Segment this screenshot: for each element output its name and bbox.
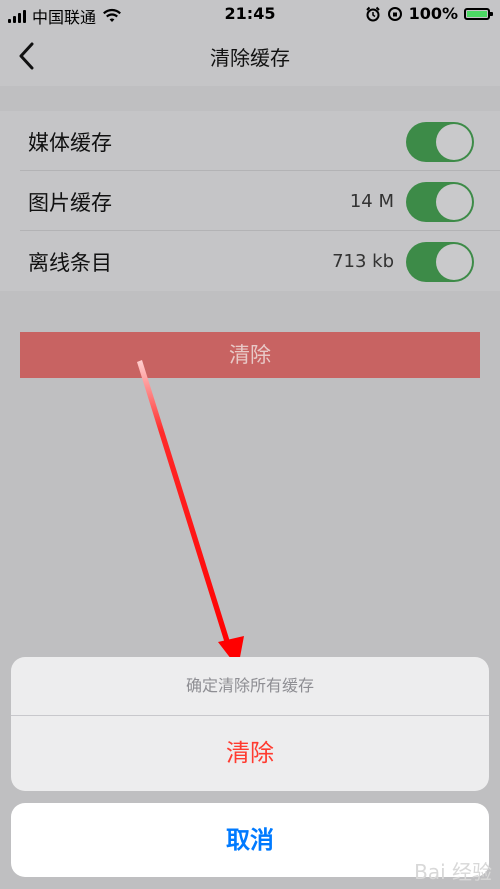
toggle-knob — [436, 124, 472, 160]
baidu-watermark: Bai 经验 — [414, 860, 492, 884]
setting-label: 媒体缓存 — [28, 131, 112, 155]
setting-value: 14 M — [349, 191, 394, 212]
clear-cache-button[interactable]: 清除 — [20, 332, 480, 378]
setting-label: 图片缓存 — [28, 191, 112, 215]
toggle-knob — [436, 184, 472, 220]
setting-value: 713 kb — [332, 251, 394, 272]
orientation-lock-icon — [387, 6, 402, 21]
battery-icon — [464, 7, 493, 20]
setting-label: 离线条目 — [28, 251, 112, 275]
status-right: 100% — [365, 4, 493, 23]
nav-bar: 清除缓存 — [0, 28, 500, 86]
toggle-knob — [436, 244, 472, 280]
media-cache-toggle[interactable] — [406, 122, 474, 162]
setting-row-image-cache: 图片缓存 14 M — [0, 171, 500, 231]
page-title: 清除缓存 — [210, 46, 290, 70]
action-sheet-message: 确定清除所有缓存 — [185, 676, 314, 695]
setting-row-offline-items: 离线条目 713 kb — [0, 231, 500, 291]
offline-items-toggle[interactable] — [406, 242, 474, 282]
confirm-clear-button[interactable]: 清除 — [11, 716, 489, 791]
alarm-icon — [365, 6, 380, 21]
action-sheet: 确定清除所有缓存 清除 — [11, 657, 489, 791]
image-cache-toggle[interactable] — [406, 182, 474, 222]
status-bar: 中国联通 21:45 100% — [0, 0, 500, 28]
battery-percent: 100% — [408, 4, 458, 23]
cache-settings-list: 媒体缓存 图片缓存 14 M 离线条目 713 kb — [0, 111, 500, 291]
setting-row-media-cache: 媒体缓存 — [0, 111, 500, 171]
